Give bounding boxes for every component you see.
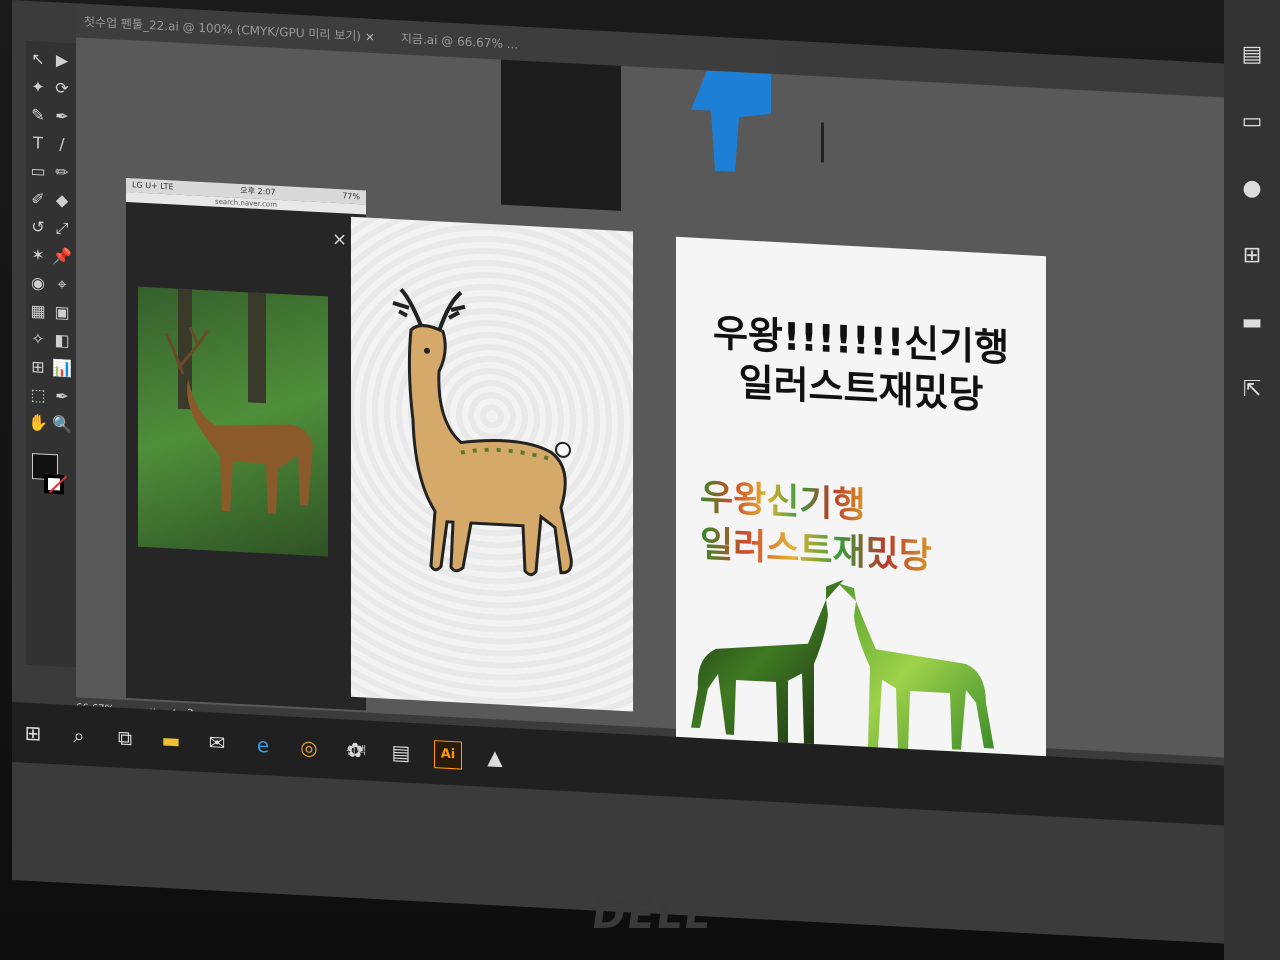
- pen-tool-icon[interactable]: ✎: [26, 101, 50, 130]
- hand-tool-icon[interactable]: ✋: [26, 409, 50, 438]
- tools-panel: ↖ ▶ ✦ ⟳ ✎ ✒ T / ▭ ✏ ✐ ◆ ↺ ⤢ ✶ 📌 ◉ ⌖ ▦ ▣ …: [26, 40, 76, 668]
- artboard-tool-icon[interactable]: ⬚: [26, 381, 50, 410]
- phone-carrier: LG U+ LTE: [132, 180, 174, 192]
- blend-tool-icon[interactable]: ◧: [50, 326, 74, 355]
- symbol-sprayer-tool-icon[interactable]: ⊞: [26, 353, 50, 382]
- chrome-icon[interactable]: ◎: [296, 734, 322, 761]
- mail-icon[interactable]: ✉: [204, 729, 230, 756]
- puppet-warp-tool-icon[interactable]: 📌: [50, 242, 74, 271]
- lasso-tool-icon[interactable]: ⟳: [50, 74, 74, 103]
- paintbrush-tool-icon[interactable]: ✏: [50, 158, 74, 187]
- black-deer-silhouette: [501, 59, 621, 211]
- artboard-cartoon-deer[interactable]: [351, 216, 633, 712]
- cartoon-deer-illustration: [392, 288, 573, 577]
- taskbar-tooltip: 선택: [346, 744, 367, 757]
- direct-selection-tool-icon[interactable]: ▶: [50, 46, 74, 75]
- close-icon: ×: [332, 228, 348, 251]
- graph-tool-icon[interactable]: 📊: [50, 354, 74, 383]
- file-explorer-icon[interactable]: ▬: [158, 727, 184, 754]
- internet-explorer-icon[interactable]: e: [250, 731, 276, 758]
- warp-tool-icon[interactable]: ✶: [26, 241, 50, 270]
- search-icon[interactable]: ⌕: [66, 722, 92, 749]
- document-tab-second[interactable]: 지금.ai @ 66.67% ...: [393, 28, 526, 52]
- tab-close-icon[interactable]: ×: [365, 29, 375, 44]
- phone-screenshot: LG U+ LTE 오후 2:07 77% search.naver.com ×: [126, 177, 366, 711]
- eraser-tool-icon[interactable]: ◆: [50, 186, 74, 215]
- shaper-tool-icon[interactable]: ✐: [26, 185, 50, 214]
- panel-icon-pathfinder[interactable]: ▬: [1224, 310, 1280, 335]
- store-icon[interactable]: ▤: [388, 739, 414, 766]
- stroke-path: [821, 122, 824, 163]
- zoom-tool-icon[interactable]: 🔍: [50, 410, 74, 439]
- monitor-brand-logo: DELL: [588, 892, 715, 938]
- gradient-tool-icon[interactable]: ▣: [50, 298, 74, 327]
- panel-icon-properties[interactable]: ▤: [1224, 42, 1280, 67]
- phone-battery: 77%: [342, 191, 360, 202]
- deer-photo-image: [164, 288, 313, 514]
- type-tool-icon[interactable]: T: [26, 129, 50, 158]
- fill-stroke-swatches[interactable]: [32, 453, 72, 515]
- rotate-tool-icon[interactable]: ↺: [26, 213, 50, 242]
- mesh-tool-icon[interactable]: ▦: [26, 297, 50, 326]
- blue-deer-silhouette: [691, 70, 771, 174]
- canvas[interactable]: LG U+ LTE 오후 2:07 77% search.naver.com ×: [76, 37, 1236, 777]
- artboard-typography[interactable]: 우왕!!!!!!!신기행 일러스트재밌당 우왕신기행 일러스트재밌당: [676, 236, 1046, 777]
- windows-start-icon[interactable]: ⊞: [20, 719, 46, 746]
- deer-photo: [138, 286, 328, 557]
- rectangle-tool-icon[interactable]: ▭: [26, 157, 50, 186]
- curvature-tool-icon[interactable]: ✒: [50, 102, 74, 131]
- photos-app-icon[interactable]: ▲: [482, 744, 508, 771]
- illustrator-app-icon[interactable]: Ai: [434, 740, 462, 770]
- perspective-grid-tool-icon[interactable]: ⌖: [50, 270, 74, 299]
- selection-tool-icon[interactable]: ↖: [26, 45, 50, 74]
- task-view-icon[interactable]: ⧉: [112, 724, 138, 751]
- stroke-swatch[interactable]: [44, 473, 64, 495]
- panel-icon-export[interactable]: ⇱: [1224, 377, 1280, 402]
- tab-label: 첫수업 펜툴_22.ai @ 100% (CMYK/GPU 미리 보기): [84, 14, 361, 43]
- scale-tool-icon[interactable]: ⤢: [50, 214, 74, 243]
- panel-icon-align[interactable]: ⊞: [1224, 243, 1280, 268]
- slice-tool-icon[interactable]: ✒: [50, 382, 74, 411]
- panel-icon-libraries[interactable]: ●: [1224, 176, 1280, 201]
- eyedropper-tool-icon[interactable]: ✧: [26, 325, 50, 354]
- shape-builder-tool-icon[interactable]: ◉: [26, 269, 50, 298]
- right-panel-dock: ▤ ▭ ● ⊞ ▬ ⇱: [1224, 0, 1280, 960]
- magic-wand-tool-icon[interactable]: ✦: [26, 73, 50, 102]
- panel-icon-layers[interactable]: ▭: [1224, 109, 1280, 134]
- image-filled-text-line-1: 우왕신기행: [700, 477, 866, 527]
- line-tool-icon[interactable]: /: [50, 130, 74, 159]
